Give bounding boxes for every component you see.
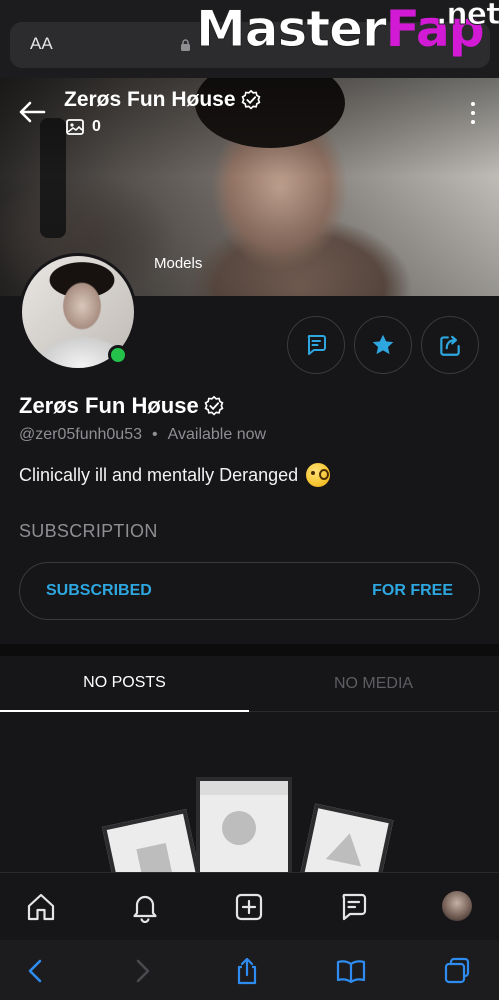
profile-bio: Clinically ill and mentally Deranged bbox=[19, 463, 331, 487]
media-count: 0 bbox=[92, 118, 101, 135]
tab-posts[interactable]: NO POSTS bbox=[0, 656, 249, 712]
nav-add-post[interactable] bbox=[231, 889, 267, 925]
subscription-heading: SUBSCRIPTION bbox=[19, 521, 158, 541]
subscription-price: FOR FREE bbox=[372, 582, 453, 599]
lock-icon bbox=[181, 39, 190, 51]
star-icon bbox=[372, 334, 394, 355]
profile-handle: @zer05funh0u53 bbox=[19, 426, 142, 443]
bookmarks-icon bbox=[336, 960, 366, 984]
zany-face-emoji-icon bbox=[306, 463, 331, 487]
forward-icon bbox=[136, 959, 150, 983]
handle-row: @zer05funh0u53 • Available now bbox=[19, 426, 266, 444]
subscription-state: SUBSCRIBED bbox=[46, 582, 152, 599]
share-profile-button[interactable] bbox=[421, 316, 479, 374]
share-icon bbox=[440, 335, 460, 356]
nav-notifications[interactable] bbox=[127, 889, 163, 925]
profile-name-row: Zerøs Fun Høuse bbox=[19, 393, 225, 419]
message-button[interactable] bbox=[287, 316, 345, 374]
message-icon bbox=[307, 335, 326, 355]
tabs-icon bbox=[444, 957, 470, 984]
section-divider bbox=[0, 644, 499, 656]
nav-messages[interactable] bbox=[335, 889, 371, 925]
cover-stats: 0 bbox=[66, 118, 101, 136]
verified-badge-icon bbox=[204, 395, 224, 416]
watermark: MasterFap .net bbox=[196, 0, 499, 58]
empty-state-illustration bbox=[100, 765, 400, 875]
browser-forward-button[interactable] bbox=[126, 956, 160, 986]
browser-back-button[interactable] bbox=[18, 956, 52, 986]
browser-toolbar bbox=[0, 940, 499, 1000]
nav-home[interactable] bbox=[23, 889, 59, 925]
subscribe-button[interactable]: SUBSCRIBED FOR FREE bbox=[19, 562, 480, 620]
bio-text: Clinically ill and mentally Deranged bbox=[19, 464, 299, 485]
separator-dot: • bbox=[152, 426, 158, 443]
favorite-button[interactable] bbox=[354, 316, 412, 374]
browser-top-bar: AA MasterFap .net bbox=[0, 0, 499, 78]
image-icon bbox=[66, 119, 84, 135]
nav-profile-avatar[interactable] bbox=[442, 891, 472, 921]
browser-tabs-button[interactable] bbox=[440, 956, 474, 986]
cover-title: Zerøs Fun Høuse bbox=[64, 88, 262, 112]
browser-bookmarks-button[interactable] bbox=[334, 956, 368, 986]
browser-share-button[interactable] bbox=[230, 956, 264, 986]
back-icon bbox=[28, 959, 42, 983]
back-arrow-icon[interactable] bbox=[18, 100, 46, 124]
profile-name: Zerøs Fun Høuse bbox=[19, 393, 199, 418]
more-options-icon[interactable] bbox=[462, 100, 484, 126]
tab-media[interactable]: NO MEDIA bbox=[249, 656, 498, 712]
home-icon bbox=[27, 893, 55, 921]
bell-icon bbox=[133, 895, 157, 923]
verified-badge-icon bbox=[241, 89, 260, 110]
cover-profile-name: Zerøs Fun Høuse bbox=[64, 88, 236, 111]
category-label: Models bbox=[154, 255, 203, 272]
chat-icon bbox=[342, 893, 367, 921]
online-status-indicator bbox=[108, 345, 128, 365]
availability-status: Available now bbox=[167, 426, 267, 443]
text-size-button[interactable]: AA bbox=[30, 34, 53, 54]
share-icon bbox=[237, 957, 257, 985]
app-bottom-nav bbox=[0, 872, 499, 940]
add-post-icon bbox=[235, 893, 263, 921]
